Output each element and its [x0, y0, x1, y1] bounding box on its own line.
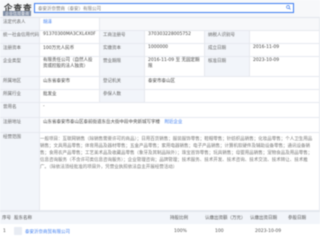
value-found-date: 2016-11-09 [250, 44, 320, 57]
label-approve-date: 核准日期 [205, 57, 250, 77]
label-insured: 参保人数 [100, 90, 145, 103]
label-credit-code: 统一社会信用代码 [0, 31, 40, 44]
col-ratio: 持股比例 [170, 216, 188, 221]
search-query: 泰安沂奈营商（泰安）有限公司 [38, 7, 101, 12]
label-company-type: 企业类型 [0, 57, 40, 77]
search-icon[interactable] [286, 5, 291, 10]
row-ratio: 100% [174, 229, 187, 234]
label-term: 营业期限 [100, 57, 145, 77]
label-business-scope: 经营范围 [0, 133, 40, 211]
row-date: 2023-10-09 [255, 229, 282, 234]
col-name: 股东名称 [14, 216, 32, 221]
value-approve-date: 2023-10-09 [250, 57, 320, 77]
value-region: 山东省泰安市 [40, 77, 100, 90]
value-company-type: 有限责任公司（自然人投资或控股的法人独资） [40, 57, 100, 77]
value-authority: 泰安市泰山区 [145, 77, 320, 90]
value-term: 2016-11-09 至 无固定期限 [145, 57, 205, 77]
label-former-name: 曾用名 [0, 103, 40, 118]
label-found-date: 成立日期 [205, 44, 250, 57]
top-header: 企查查 企业信用查询 泰安沂奈营商（泰安）有限公司 [0, 0, 320, 18]
row-index: 1 [3, 229, 6, 234]
avatar [14, 227, 22, 235]
shareholder-name-link[interactable]: 泰安沂奈商贸有限公司 [25, 229, 70, 235]
label-region: 所属地区 [0, 77, 40, 90]
label-paid-capital: 实缴资本 [100, 44, 145, 57]
label-address: 注册地址 [0, 118, 40, 133]
col-amount: 认缴出资额（万元） [205, 216, 246, 221]
label-tax-id: 纳税人识别号 [205, 31, 250, 44]
col-sub-date: 认缴出资日期 [250, 216, 277, 221]
row-amount: 100 [215, 229, 224, 234]
value-credit-code: 91370300MA3CXL4X0F [40, 31, 100, 44]
value-tax-id [250, 31, 320, 44]
value-industry: 批发业 [40, 90, 100, 103]
label-legal-rep: 法定代表人 [0, 18, 40, 31]
value-former-name: - [40, 103, 320, 118]
legal-rep-link[interactable]: 胡泽 [43, 20, 52, 25]
logo-subtitle: 企业信用查询 [3, 11, 31, 16]
col-join-date: 参股日期 [288, 216, 306, 221]
col-index: 序号 [2, 216, 11, 221]
address-text: 山东省泰安市泰山区泰前街道东岳大街中段中央新城写字楼 [43, 120, 160, 125]
business-scope-text: 一般项目：互联网销售（除销售需要许可的商品）；日用百货销售；服装服饰零售；鞋帽零… [40, 137, 313, 170]
shareholder-table-header: 序号 股东名称 持股比例 认缴出资额（万元） 认缴出资日期 参股日期 [0, 211, 320, 225]
value-paid-capital: 1000000 [145, 44, 205, 57]
value-legal-rep: 胡泽 [40, 18, 100, 31]
label-reg-capital: 注册资本 [0, 44, 40, 57]
table-row: 1 泰安沂奈商贸有限公司 100% 100 2023-10-09 [0, 224, 320, 240]
value-reg-no: 370303228005752 [145, 31, 205, 44]
blank-region [100, 18, 320, 31]
value-reg-capital: 100万元人民币 [40, 44, 100, 57]
value-address: 山东省泰安市泰山区泰前街道东岳大街中段中央新城写字楼 附近企业 [40, 118, 320, 133]
label-reg-no: 工商注册号 [100, 31, 145, 44]
search-input[interactable]: 泰安沂奈营商（泰安）有限公司 [34, 3, 294, 13]
value-insured [145, 90, 320, 103]
label-authority: 登记机关 [100, 77, 145, 90]
nearby-companies-link[interactable]: 附近企业 [164, 120, 182, 125]
label-industry: 所属行业 [0, 90, 40, 103]
